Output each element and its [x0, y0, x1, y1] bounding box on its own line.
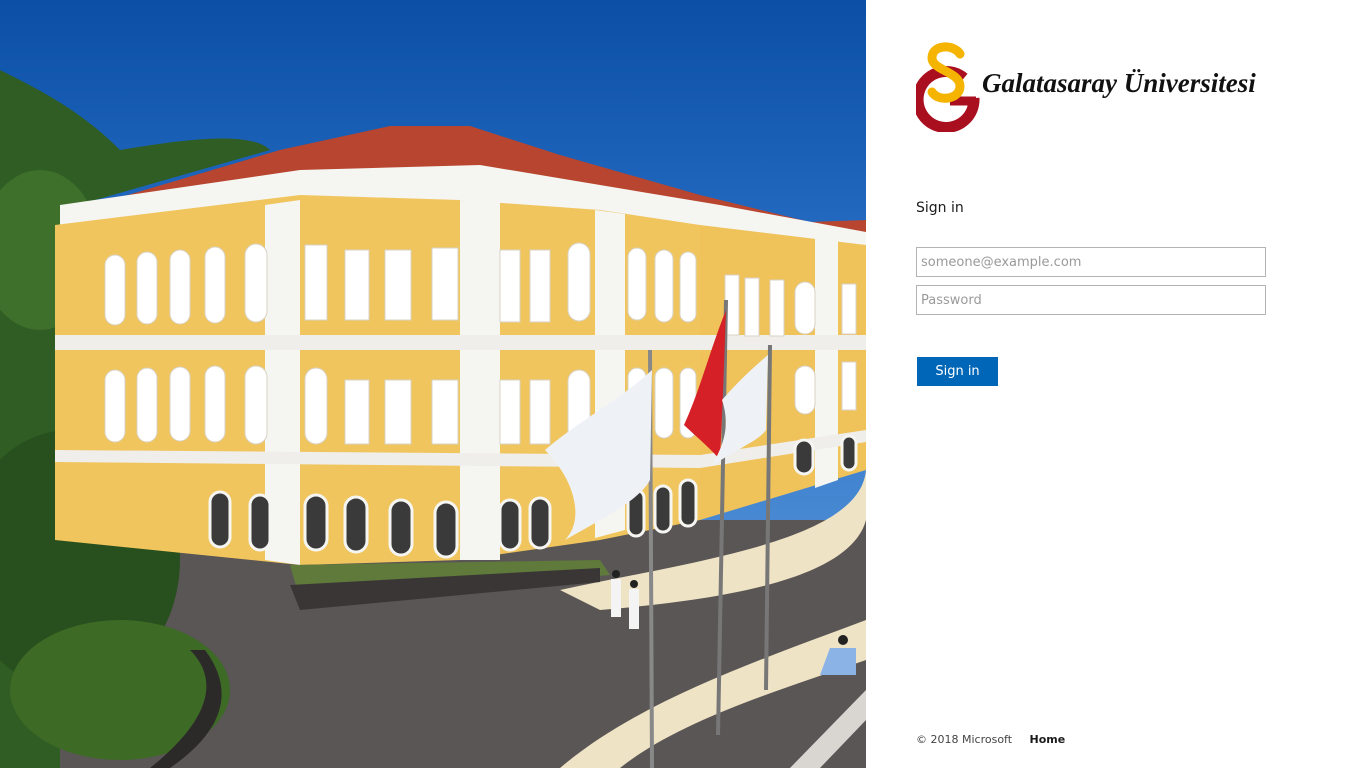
home-link[interactable]: Home — [1030, 733, 1066, 746]
signin-heading: Sign in — [916, 200, 964, 216]
organization-logo: Galatasaray Üniversitesi — [916, 40, 1276, 132]
organization-name: Galatasaray Üniversitesi — [982, 68, 1256, 98]
footer: © 2018 Microsoft Home — [916, 733, 1065, 746]
signin-panel: Galatasaray Üniversitesi Sign in Sign in… — [866, 0, 1366, 768]
username-input[interactable] — [916, 247, 1266, 277]
signin-button[interactable]: Sign in — [917, 357, 998, 386]
gs-monogram-icon — [916, 42, 980, 132]
campus-building-image — [0, 70, 866, 768]
password-input[interactable] — [916, 285, 1266, 315]
copyright-text: © 2018 Microsoft — [916, 733, 1013, 746]
campus-illustration — [0, 0, 866, 768]
